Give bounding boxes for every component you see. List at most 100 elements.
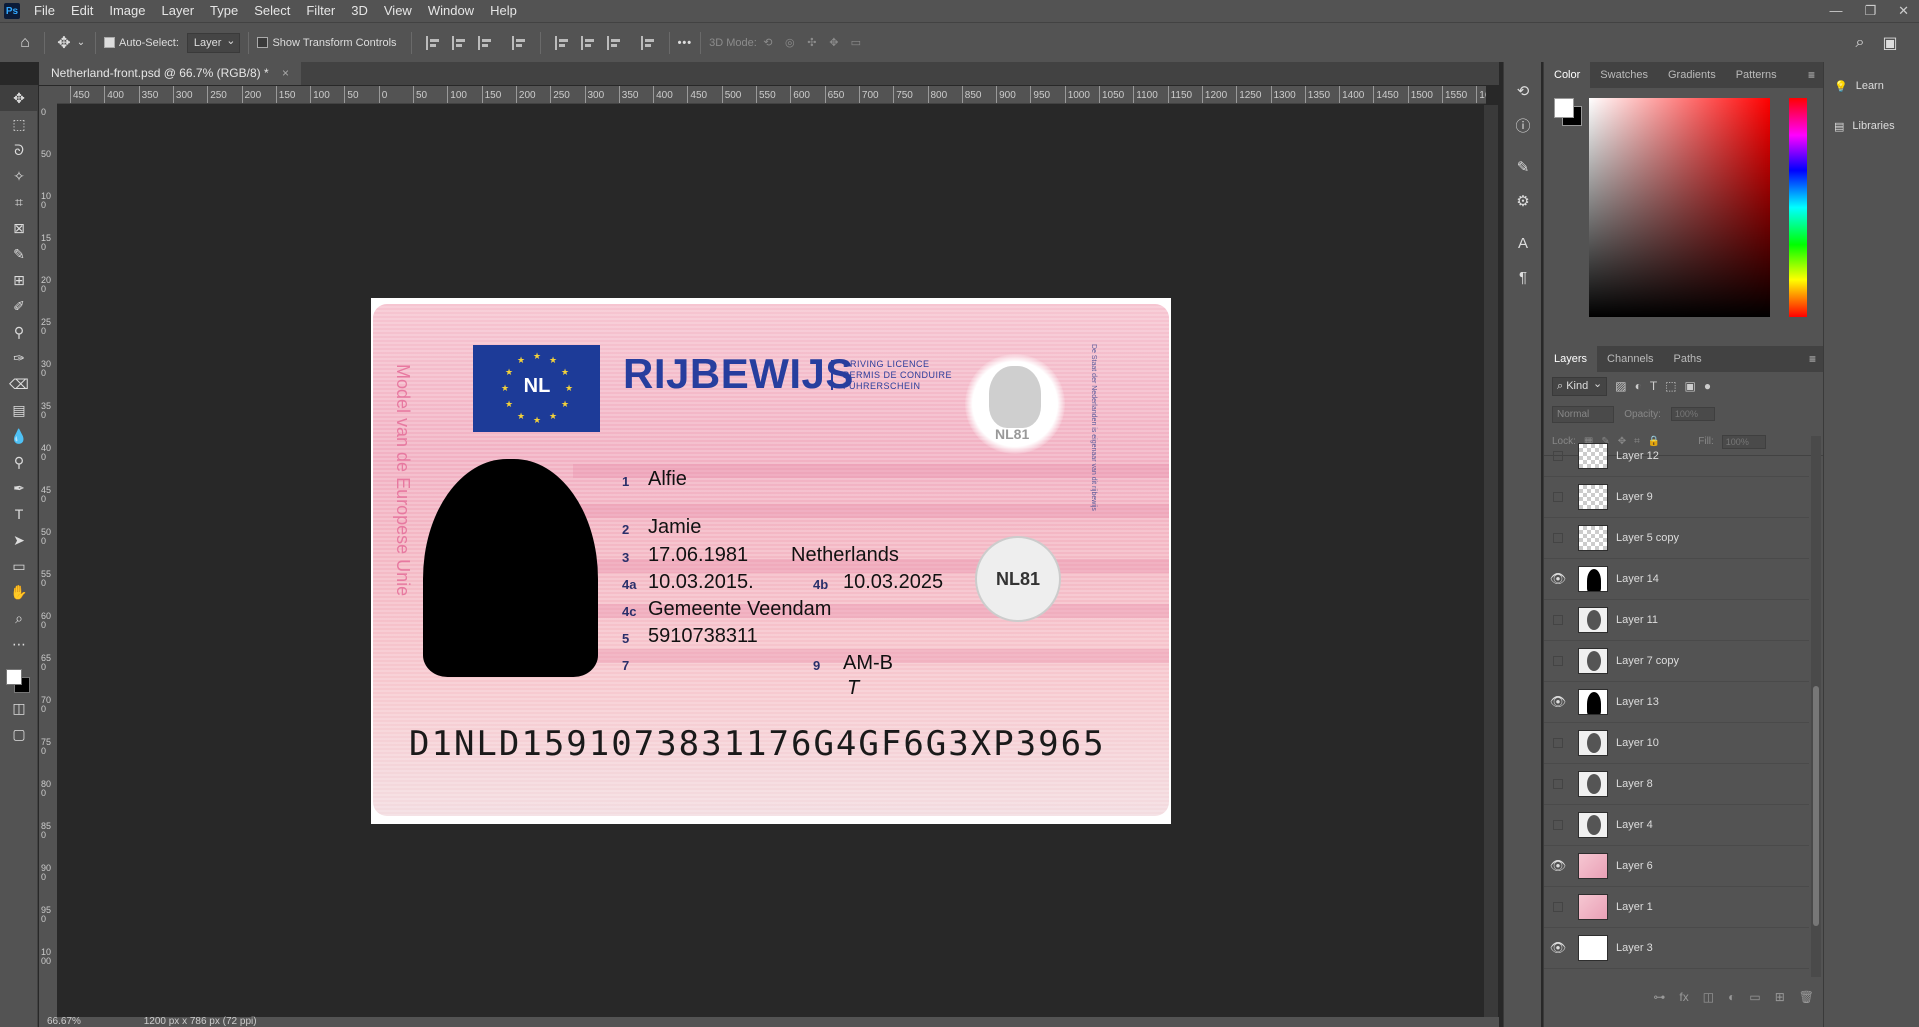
brush-settings-icon[interactable]: ✎ <box>1504 150 1542 184</box>
layer-row[interactable]: 👁Layer 10 <box>1544 723 1809 764</box>
link-layers-icon[interactable]: ⊶ <box>1653 990 1665 1004</box>
camera-3d-icon[interactable]: ▭ <box>845 36 867 49</box>
gradient-tool-icon[interactable]: ▤ <box>0 397 38 423</box>
adjustments-icon[interactable]: ⚙ <box>1504 184 1542 218</box>
filter-toggle-icon[interactable]: ● <box>1704 379 1711 393</box>
show-transform-checkbox[interactable] <box>257 37 269 48</box>
move-tool-icon[interactable]: ✥ <box>53 33 75 53</box>
layer-row[interactable]: 👁Layer 9 <box>1544 477 1809 518</box>
visibility-toggle[interactable] <box>1553 820 1563 830</box>
path-select-icon[interactable]: ➤ <box>0 527 38 553</box>
visibility-toggle[interactable] <box>1553 615 1563 625</box>
layer-row[interactable]: 👁Layer 11 <box>1544 600 1809 641</box>
add-mask-icon[interactable]: ◫ <box>1703 990 1714 1004</box>
tab-patterns[interactable]: Patterns <box>1726 62 1787 88</box>
zoom-level[interactable]: 66.67% <box>47 1016 81 1027</box>
brush-tool-icon[interactable]: ✐ <box>0 293 38 319</box>
layer-row[interactable]: 👁Layer 1 <box>1544 887 1809 928</box>
slide-3d-icon[interactable]: ✥ <box>823 36 845 49</box>
more-tools-icon[interactable]: ⋯ <box>0 631 38 657</box>
visibility-eye-icon[interactable]: 👁 <box>1544 858 1572 874</box>
tab-gradients[interactable]: Gradients <box>1658 62 1726 88</box>
layer-row[interactable]: 👁Layer 7 copy <box>1544 641 1809 682</box>
stamp-tool-icon[interactable]: ⚲ <box>0 319 38 345</box>
foreground-color-swatch[interactable] <box>6 669 22 685</box>
layer-row[interactable]: 👁Layer 12 <box>1544 436 1809 477</box>
restore-button[interactable]: ❐ <box>1864 0 1876 22</box>
visibility-toggle[interactable] <box>1553 451 1563 461</box>
distribute-vertical-icon[interactable] <box>640 35 655 50</box>
marquee-tool-icon[interactable]: ⬚ <box>0 111 38 137</box>
pixel-filter-icon[interactable]: ▨ <box>1615 379 1626 393</box>
pen-tool-icon[interactable]: ✒ <box>0 475 38 501</box>
zoom-tool-icon[interactable]: ⌕ <box>0 605 38 631</box>
menu-file[interactable]: File <box>26 0 63 22</box>
adjustment-filter-icon[interactable]: ◐ <box>1635 379 1642 393</box>
panel-menu-icon[interactable]: ≡ <box>1808 62 1815 88</box>
history-brush-icon[interactable]: ✑ <box>0 345 38 371</box>
menu-edit[interactable]: Edit <box>63 0 101 22</box>
align-top-icon[interactable] <box>554 35 569 50</box>
close-window-button[interactable]: ✕ <box>1898 0 1909 22</box>
layer-style-icon[interactable]: fx <box>1679 990 1688 1004</box>
delete-layer-icon[interactable]: 🗑 <box>1799 990 1814 1004</box>
close-tab-button[interactable]: × <box>282 66 289 80</box>
new-layer-icon[interactable]: ⊞ <box>1775 990 1785 1004</box>
color-swatches[interactable] <box>6 663 36 695</box>
new-group-icon[interactable]: ▭ <box>1749 990 1760 1004</box>
home-icon[interactable]: ⌂ <box>14 34 36 52</box>
layer-row[interactable]: 👁Layer 5 copy <box>1544 518 1809 559</box>
magic-wand-icon[interactable]: ✧ <box>0 163 38 189</box>
smart-object-filter-icon[interactable]: ▣ <box>1685 379 1696 393</box>
lasso-tool-icon[interactable]: ᘐ <box>0 137 38 163</box>
visibility-toggle[interactable] <box>1553 533 1563 543</box>
menu-window[interactable]: Window <box>420 0 482 22</box>
canvas-scrollbar[interactable] <box>1484 105 1498 1017</box>
dodge-tool-icon[interactable]: ⚲ <box>0 449 38 475</box>
visibility-eye-icon[interactable]: 👁 <box>1544 940 1572 956</box>
character-icon[interactable]: A <box>1504 226 1542 260</box>
menu-layer[interactable]: Layer <box>154 0 203 22</box>
panel-menu-icon[interactable]: ≡ <box>1809 346 1816 372</box>
menu-3d[interactable]: 3D <box>343 0 376 22</box>
layer-row[interactable]: 👁 Layer 3 <box>1544 928 1809 969</box>
eraser-tool-icon[interactable]: ⌫ <box>0 371 38 397</box>
screen-mode-icon[interactable]: ▢ <box>0 721 38 747</box>
crop-tool-icon[interactable]: ⌗ <box>0 189 38 215</box>
info-icon[interactable]: ⓘ <box>1504 108 1542 142</box>
tab-layers[interactable]: Layers <box>1544 346 1598 372</box>
libraries-panel-button[interactable]: ▤ Libraries <box>1824 106 1919 146</box>
document-canvas[interactable]: Model van de Europese Unie ★ ★ ★ ★ ★ ★ ★… <box>371 298 1171 824</box>
type-tool-icon[interactable]: T <box>0 501 38 527</box>
menu-view[interactable]: View <box>376 0 420 22</box>
menu-image[interactable]: Image <box>101 0 153 22</box>
auto-select-checkbox[interactable] <box>104 37 115 48</box>
shape-filter-icon[interactable]: ⬚ <box>1665 379 1676 393</box>
foreground-color-swatch[interactable] <box>1554 98 1574 118</box>
menu-filter[interactable]: Filter <box>298 0 343 22</box>
auto-select-dropdown[interactable]: Layer <box>186 32 241 53</box>
quick-mask-icon[interactable]: ◫ <box>0 695 38 721</box>
drag-3d-icon[interactable]: ✣ <box>801 36 823 49</box>
layers-scrollbar[interactable] <box>1811 436 1821 977</box>
search-icon[interactable]: ⌕ <box>1849 34 1871 52</box>
history-icon[interactable]: ⟲ <box>1504 74 1542 108</box>
visibility-toggle[interactable] <box>1553 902 1563 912</box>
blur-tool-icon[interactable]: 💧 <box>0 423 38 449</box>
align-left-icon[interactable] <box>425 35 440 50</box>
color-picker-field[interactable] <box>1589 98 1770 317</box>
layers-scrollbar-thumb[interactable] <box>1813 686 1819 926</box>
healing-brush-icon[interactable]: ⊞ <box>0 267 38 293</box>
tab-swatches[interactable]: Swatches <box>1590 62 1658 88</box>
layer-row[interactable]: 👁 Layer 14 <box>1544 559 1809 600</box>
rectangle-tool-icon[interactable]: ▭ <box>0 553 38 579</box>
menu-help[interactable]: Help <box>482 0 525 22</box>
type-filter-icon[interactable]: T <box>1650 379 1657 393</box>
more-options-button[interactable]: ••• <box>678 37 693 49</box>
visibility-toggle[interactable] <box>1553 779 1563 789</box>
minimize-button[interactable]: — <box>1829 0 1842 22</box>
hue-slider[interactable] <box>1789 98 1807 317</box>
layer-row[interactable]: 👁 Layer 13 <box>1544 682 1809 723</box>
frame-tool-icon[interactable]: ⊠ <box>0 215 38 241</box>
canvas-area[interactable]: Model van de Europese Unie ★ ★ ★ ★ ★ ★ ★… <box>57 105 1486 1017</box>
